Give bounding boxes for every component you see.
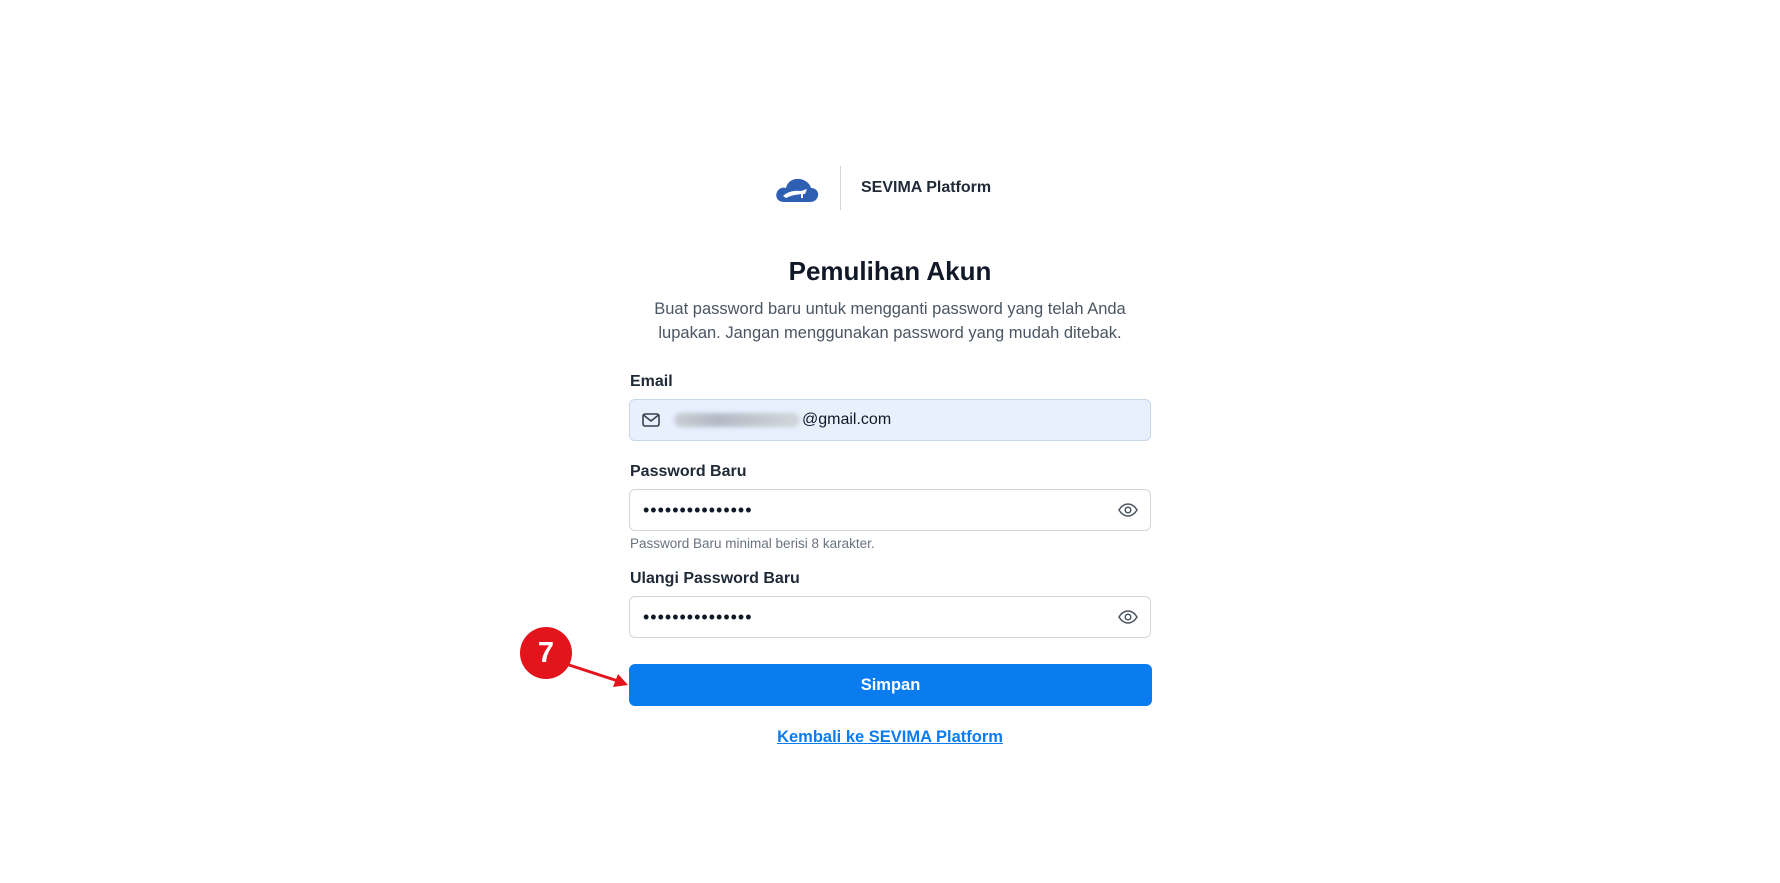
page-subtitle: Buat password baru untuk mengganti passw…	[654, 300, 1126, 342]
save-button[interactable]: Simpan	[629, 664, 1152, 706]
password-helper-text: Password Baru minimal berisi 8 karakter.	[630, 536, 875, 551]
brand-name: SEVIMA Platform	[861, 179, 992, 196]
page-title: Pemulihan Akun	[788, 256, 992, 286]
email-redacted-blur	[674, 413, 800, 427]
eye-icon[interactable]	[1118, 610, 1138, 624]
mail-icon	[642, 413, 660, 427]
brand-header: SEVIMA Platform	[774, 166, 991, 210]
eye-icon[interactable]	[1118, 503, 1138, 517]
email-field[interactable]: @gmail.com	[629, 399, 1151, 441]
brand-divider	[840, 166, 841, 210]
new-password-label: Password Baru	[630, 463, 747, 480]
confirm-password-value: •••••••••••••••	[643, 606, 753, 627]
new-password-value: •••••••••••••••	[643, 499, 753, 520]
confirm-password-label: Ulangi Password Baru	[630, 570, 800, 587]
email-value-domain: @gmail.com	[802, 411, 892, 428]
cloud-logo-icon	[774, 171, 820, 205]
back-to-platform-link[interactable]: Kembali ke SEVIMA Platform	[777, 728, 1003, 746]
step-arrow-icon	[565, 662, 628, 687]
new-password-field[interactable]: •••••••••••••••	[629, 489, 1151, 531]
back-link-container: Kembali ke SEVIMA Platform	[0, 728, 1780, 747]
email-label: Email	[630, 373, 673, 390]
confirm-password-field[interactable]: •••••••••••••••	[629, 596, 1151, 638]
